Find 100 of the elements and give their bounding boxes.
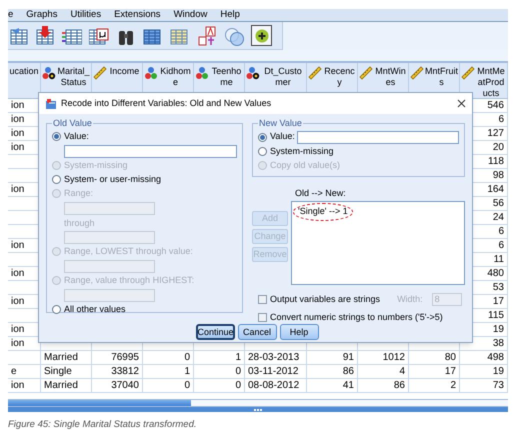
table-icon[interactable] — [10, 26, 28, 46]
table-cell: ion — [11, 240, 24, 251]
window-title: Recode into Different Variables: Old and New Values — [61, 96, 272, 110]
table-cell: 41 — [342, 380, 354, 391]
balls-icon — [144, 66, 158, 80]
table-cell: 19 — [492, 324, 504, 335]
table-cell: 24 — [492, 212, 504, 223]
table-cell: 19 — [492, 366, 504, 377]
menu-item[interactable]: Window — [174, 8, 208, 22]
radio-button[interactable]: Value: — [52, 130, 237, 142]
radio-button[interactable]: Value: — [258, 131, 295, 143]
checkbox-label: Convert numeric strings to numbers ('5'->5) — [270, 310, 443, 324]
column-header[interactable]: ucation — [9, 66, 39, 77]
table-cell: ion — [11, 114, 24, 125]
list-item[interactable]: 'Single' --> 1 — [293, 203, 353, 220]
table-cell: ion — [11, 128, 24, 139]
ruler-icon — [410, 66, 424, 80]
menu-item[interactable]: Help — [220, 8, 240, 22]
ruler-icon — [93, 66, 107, 80]
column-header[interactable]: Kidhome — [159, 66, 192, 88]
table-cell: 73 — [492, 380, 504, 391]
app-icon — [45, 98, 57, 110]
table-cell: 0 — [235, 366, 241, 377]
table-cell: ion — [11, 338, 24, 349]
table-cell: 28-03-2013 — [248, 352, 300, 363]
table-cell: ion — [11, 380, 24, 391]
table-cell: 56 — [492, 198, 504, 209]
table-cell: 164 — [487, 184, 504, 195]
close-icon[interactable] — [457, 99, 466, 108]
table-cell: 0 — [235, 380, 241, 391]
statistics-table-icon[interactable] — [89, 26, 109, 46]
table-cell: 0 — [184, 380, 190, 391]
table-cell: 38 — [492, 338, 504, 349]
column-header[interactable]: Teenhome — [210, 66, 243, 88]
table-cell: 20 — [492, 142, 504, 153]
column-header[interactable]: Dt_Customer — [261, 66, 305, 88]
field-label: through — [64, 216, 96, 228]
table-cell: 115 — [488, 310, 504, 321]
checkbox-label: Output variables are strings — [270, 293, 380, 306]
dialog-button[interactable]: Help — [280, 324, 318, 340]
menu-item[interactable]: Utilities — [70, 8, 102, 22]
table-cell: Single — [44, 366, 72, 377]
table-cell: 17 — [492, 296, 504, 307]
field-label: Width: — [397, 293, 423, 306]
venn-icon[interactable] — [224, 26, 244, 46]
column-header[interactable]: MntWines — [374, 66, 407, 88]
group-title: Old Value — [52, 117, 93, 130]
table-cell: 86 — [394, 380, 405, 391]
value-labels-icon[interactable] — [197, 26, 217, 46]
menu-item[interactable]: Graphs — [26, 8, 58, 22]
ruler-icon — [308, 66, 322, 80]
import-arrow-icon[interactable] — [35, 26, 55, 46]
radio-button[interactable]: System- or user-missing — [52, 174, 237, 186]
table-cell: 91 — [342, 352, 354, 363]
input-field[interactable] — [64, 144, 237, 158]
table-cell: 1 — [184, 366, 190, 377]
checkbox[interactable] — [258, 312, 267, 322]
radio-button[interactable]: System-missing — [258, 146, 459, 158]
table-cell: 76995 — [111, 352, 139, 363]
table-cell: 17 — [444, 366, 456, 377]
table-cell: 80 — [444, 352, 456, 363]
list-box[interactable]: 'Single' --> 1 — [291, 201, 465, 285]
table-cell: 4 — [399, 366, 405, 377]
scroll-bar[interactable] — [8, 399, 508, 407]
table-cell: 6 — [498, 114, 504, 125]
table-cell: ion — [11, 324, 24, 335]
ruler-icon — [461, 66, 475, 80]
group-title: New Value — [258, 117, 303, 130]
table-cell: 0 — [184, 352, 190, 363]
column-header[interactable]: MntMeatProducts — [476, 66, 506, 99]
dialog-button[interactable]: Continue — [196, 324, 234, 340]
table-cell: 118 — [488, 156, 504, 167]
table-cell: 53 — [492, 282, 504, 293]
radio-button: Range, LOWEST through value: — [52, 246, 237, 258]
column-header[interactable]: Marital_Status — [57, 66, 90, 88]
input-field[interactable] — [296, 130, 459, 144]
table-cell: 6 — [498, 240, 504, 251]
radio-button: System-missing — [52, 160, 237, 172]
column-header[interactable]: Income — [108, 66, 141, 77]
table-cell: ion — [11, 142, 24, 153]
table-cell: ion — [11, 296, 24, 307]
table-cell: Married — [44, 380, 78, 391]
ruler-icon — [359, 66, 373, 80]
table-cell: 480 — [487, 268, 504, 279]
column-header[interactable]: Recency — [323, 66, 356, 88]
table-cell: 6 — [498, 226, 504, 237]
scroll-thumb[interactable] — [8, 400, 191, 406]
checkbox[interactable] — [258, 295, 267, 304]
table-cell: ion — [11, 100, 24, 111]
table-cell: 11 — [494, 254, 504, 265]
balls-icon — [246, 66, 260, 80]
table-cell: 86 — [342, 366, 354, 377]
add-button[interactable] — [251, 25, 272, 46]
menu-item[interactable]: e — [8, 8, 14, 22]
dialog-button[interactable]: Cancel — [238, 324, 276, 340]
column-header[interactable]: MntFruits — [425, 66, 458, 88]
menu-item[interactable]: Extensions — [114, 8, 161, 22]
table-cell: 03-11-2012 — [248, 366, 298, 377]
radio-button[interactable]: All other values — [52, 304, 237, 316]
radio-button: Range: — [52, 188, 237, 200]
